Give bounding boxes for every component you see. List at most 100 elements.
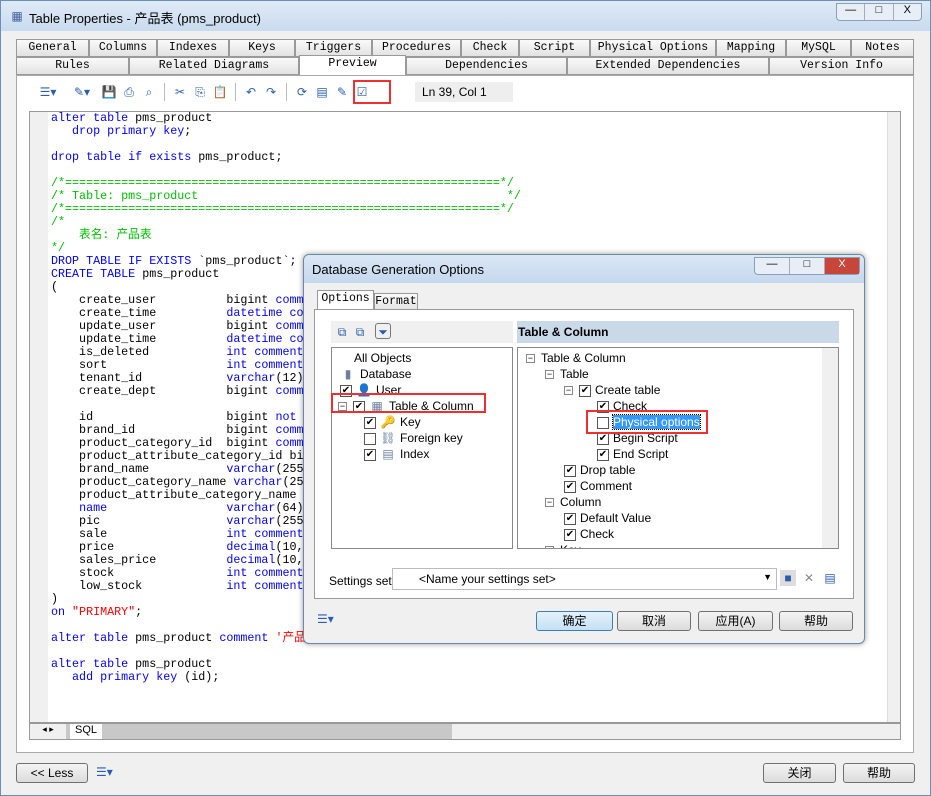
option-checkbox[interactable]: ✔ bbox=[564, 464, 576, 477]
collapse-icon[interactable]: − bbox=[526, 354, 535, 364]
tab-scroll-buttons[interactable]: ◂ ▸ bbox=[30, 724, 66, 739]
tab-check[interactable]: Check bbox=[461, 39, 519, 57]
print-icon[interactable]: ⎙ bbox=[121, 84, 137, 100]
code-token: ( bbox=[51, 280, 59, 294]
option-item[interactable]: ✔ Drop table bbox=[564, 462, 635, 478]
maximize-button[interactable]: □ bbox=[790, 258, 825, 274]
tree-item[interactable]: All Objects bbox=[354, 350, 411, 366]
horizontal-scrollbar[interactable] bbox=[452, 724, 900, 739]
select-all-icon[interactable]: ⧉ bbox=[334, 324, 350, 340]
option-checkbox[interactable]: ✔ bbox=[564, 480, 576, 493]
tab-general[interactable]: General bbox=[16, 39, 89, 57]
deselect-all-icon[interactable]: ⧉ bbox=[352, 324, 368, 340]
tab-options[interactable]: Options bbox=[317, 290, 374, 311]
key-icon: 🔑 bbox=[380, 415, 396, 429]
copy-icon[interactable]: ⎘ bbox=[192, 84, 208, 100]
tab-rules[interactable]: Rules bbox=[16, 57, 129, 75]
minimize-button[interactable]: — bbox=[837, 4, 866, 20]
tab-notes[interactable]: Notes bbox=[851, 39, 914, 57]
options-scrollbar[interactable] bbox=[822, 348, 838, 548]
code-token: comment bbox=[219, 631, 276, 645]
option-item[interactable]: ✔ End Script bbox=[597, 446, 668, 462]
object-tree[interactable]: All Objects ▮ Database ✔ 👤 User − ✔ ▦ Table & Col… bbox=[331, 347, 513, 549]
script-menu-icon[interactable]: ☰▾ bbox=[317, 611, 334, 627]
ok-button[interactable]: 确定 bbox=[536, 611, 613, 631]
load-settings-icon[interactable]: ▤ bbox=[822, 570, 838, 586]
collapse-icon[interactable]: − bbox=[564, 386, 573, 396]
save-settings-icon[interactable]: ■ bbox=[780, 570, 796, 586]
refresh-icon[interactable]: ⟳ bbox=[294, 84, 310, 100]
less-button[interactable]: << Less bbox=[16, 763, 88, 783]
option-checkbox[interactable]: ✔ bbox=[597, 448, 609, 461]
apply-button[interactable]: 应用(A) bbox=[698, 611, 773, 631]
close-button[interactable]: 关闭 bbox=[763, 763, 836, 783]
redo-icon[interactable]: ↷ bbox=[263, 84, 279, 100]
change-options-icon[interactable]: ✎ bbox=[334, 84, 350, 100]
options-tree[interactable]: − Table & Column − Table − ✔ Create table ✔ Chec… bbox=[517, 347, 839, 549]
tab-extended-dependencies[interactable]: Extended Dependencies bbox=[567, 57, 769, 75]
tab-mapping[interactable]: Mapping bbox=[716, 39, 786, 57]
help-button[interactable]: 帮助 bbox=[779, 611, 853, 631]
option-item[interactable]: ✔ Check bbox=[564, 526, 614, 542]
option-item[interactable]: ✔ Comment bbox=[564, 478, 632, 494]
save-icon[interactable]: 💾 bbox=[101, 84, 117, 100]
settings-set-value: <Name your settings set> bbox=[419, 572, 556, 586]
collapse-icon[interactable]: − bbox=[545, 546, 554, 548]
dialog-title-bar: Database Generation Options — □ X bbox=[304, 255, 864, 283]
tree-item[interactable]: ✔ 🔑 Key bbox=[364, 414, 421, 430]
tab-script[interactable]: Script bbox=[519, 39, 590, 57]
tab-related-diagrams[interactable]: Related Diagrams bbox=[129, 57, 299, 75]
option-item[interactable]: − Column bbox=[545, 494, 601, 510]
cancel-button[interactable]: 取消 bbox=[617, 611, 691, 631]
close-button[interactable]: X bbox=[894, 4, 921, 20]
collapse-icon[interactable]: − bbox=[545, 370, 554, 380]
tab-columns[interactable]: Columns bbox=[89, 39, 157, 57]
option-checkbox[interactable]: ✔ bbox=[564, 528, 576, 541]
tab-indexes[interactable]: Indexes bbox=[157, 39, 229, 57]
paste-icon[interactable]: 📋 bbox=[212, 84, 228, 100]
option-checkbox[interactable]: ✔ bbox=[564, 512, 576, 525]
tab-preview[interactable]: Preview bbox=[299, 55, 406, 76]
option-item[interactable]: − ✔ Create table bbox=[564, 382, 660, 398]
option-checkbox[interactable]: ✔ bbox=[597, 432, 609, 445]
tree-checkbox[interactable] bbox=[364, 432, 376, 445]
tree-checkbox[interactable]: ✔ bbox=[364, 416, 376, 429]
minimize-button[interactable]: — bbox=[755, 258, 790, 274]
edit-menu-icon[interactable]: ✎▾ bbox=[67, 84, 97, 100]
option-item[interactable]: − Table bbox=[545, 366, 589, 382]
tree-item[interactable]: ⛓ Foreign key bbox=[364, 430, 463, 446]
tab-keys[interactable]: Keys bbox=[229, 39, 295, 57]
help-button[interactable]: 帮助 bbox=[843, 763, 915, 783]
tree-item[interactable]: ▮ Database bbox=[340, 366, 412, 382]
vertical-scrollbar[interactable] bbox=[887, 112, 900, 722]
code-token: alter table bbox=[51, 631, 136, 645]
tree-item[interactable]: ✔ ▤ Index bbox=[364, 446, 429, 462]
delete-settings-icon[interactable]: ✕ bbox=[801, 570, 817, 586]
cut-icon[interactable]: ✂ bbox=[172, 84, 188, 100]
undo-icon[interactable]: ↶ bbox=[243, 84, 259, 100]
find-icon[interactable]: ⌕ bbox=[141, 84, 157, 100]
collapse-icon[interactable]: − bbox=[545, 498, 554, 508]
maximize-button[interactable]: □ bbox=[865, 4, 894, 20]
tree-checkbox[interactable]: ✔ bbox=[364, 448, 376, 461]
tab-sql[interactable]: SQL bbox=[70, 724, 102, 739]
tab-physical-options[interactable]: Physical Options bbox=[590, 39, 716, 57]
filter-icon[interactable]: ⏷ bbox=[375, 323, 391, 339]
option-item[interactable]: − Key bbox=[545, 542, 581, 548]
tab-version-info[interactable]: Version Info bbox=[769, 57, 914, 75]
tab-dependencies[interactable]: Dependencies bbox=[406, 57, 567, 75]
code-token: datetime co bbox=[226, 332, 304, 346]
option-label: Column bbox=[560, 495, 602, 509]
option-checkbox[interactable]: ✔ bbox=[579, 384, 591, 397]
option-item[interactable]: − Table & Column bbox=[526, 350, 626, 366]
tab-mysql[interactable]: MySQL bbox=[786, 39, 851, 57]
settings-set-select[interactable]: <Name your settings set> ▼ bbox=[392, 568, 777, 590]
code-token: /* Table: pms_product */ bbox=[51, 189, 521, 203]
script-menu-icon[interactable]: ☰▾ bbox=[96, 764, 113, 780]
option-item[interactable]: ✔ Default Value bbox=[564, 510, 651, 526]
settings-set-label: Settings set: bbox=[329, 574, 396, 588]
script-menu-icon[interactable]: ☰▾ bbox=[33, 84, 63, 100]
properties-icon[interactable]: ▤ bbox=[314, 84, 330, 100]
close-button[interactable]: X bbox=[825, 258, 859, 274]
